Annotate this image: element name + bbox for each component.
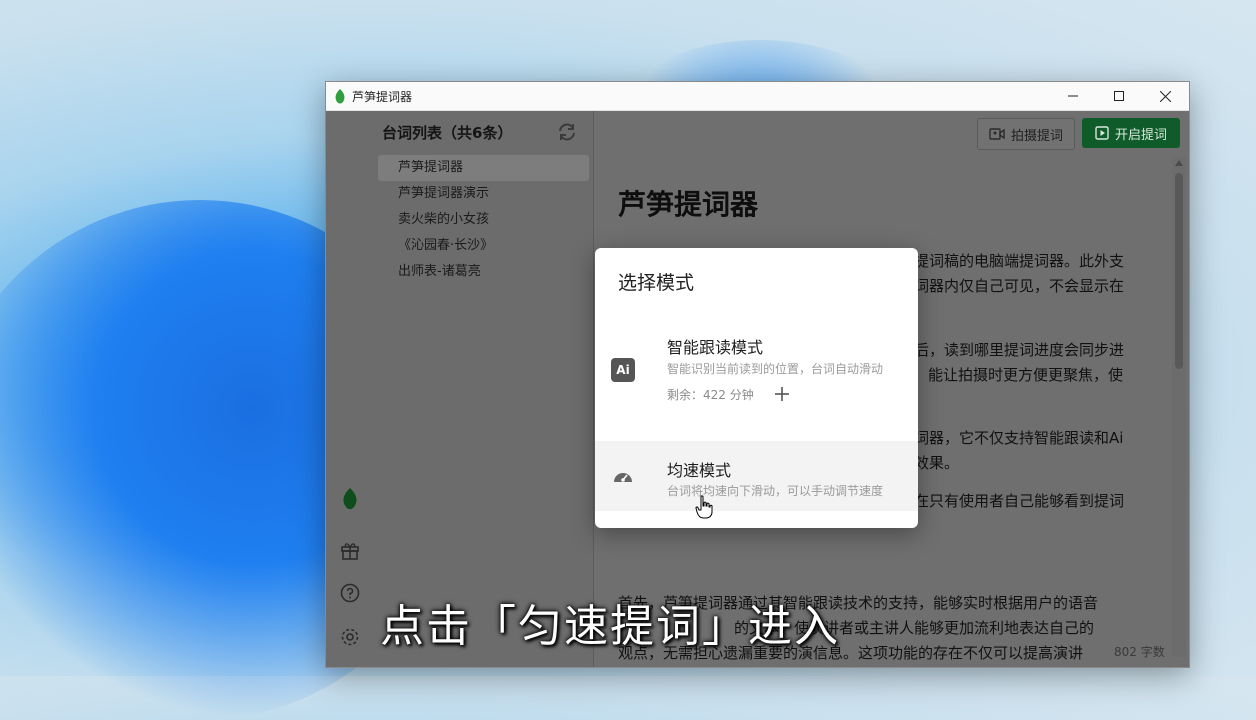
settings-icon[interactable] (338, 625, 362, 649)
minimize-button[interactable] (1050, 82, 1096, 110)
mode-description: 智能识别当前读到的位置，台词自动滑动 (667, 362, 884, 376)
text-line: 词器，它不仅支持智能跟读和Ai (914, 429, 1124, 447)
ai-follow-mode-option[interactable]: Ai 智能跟读模式 智能识别当前读到的位置，台词自动滑动 剩余：422 分钟 (595, 318, 918, 438)
leaf-app-icon (335, 89, 345, 104)
photo-prompt-button[interactable]: 拍摄提词 (977, 118, 1075, 150)
minimize-icon (1068, 95, 1078, 97)
speedometer-icon (611, 465, 635, 489)
plus-icon (775, 387, 789, 401)
text-line: 能让拍摄时更方便更聚焦，使 (928, 366, 1124, 384)
mode-name: 均速模式 (667, 461, 732, 480)
remaining-time: 剩余：422 分钟 (667, 388, 754, 402)
text-line: 后，读到哪里提词进度会同步进 (914, 341, 1125, 359)
script-list-title: 台词列表（共6条） (382, 124, 513, 142)
word-count: 802 字数 (1114, 645, 1165, 659)
text-line: 提词稿的电脑端提词器。此外支 (914, 252, 1125, 270)
text-line: 在只有使用者自己能够看到提词 (914, 492, 1125, 510)
play-icon (1095, 126, 1109, 140)
title-bar: 芦笋提词器 (326, 82, 1189, 111)
list-item[interactable]: 出师表-诸葛亮 (378, 259, 589, 285)
list-item[interactable]: 《沁园春·长沙》 (378, 233, 589, 259)
gift-icon[interactable] (338, 538, 362, 562)
text-line: 词器内仅自己可见，不会显示在 (914, 277, 1125, 295)
camera-icon (989, 128, 1005, 140)
video-caption: 点击「匀速提词」进入 (380, 601, 840, 652)
mode-name: 智能跟读模式 (667, 338, 764, 357)
sidebar: 台词列表（共6条） 芦笋提词器 芦笋提词器演示 卖火柴的小女孩 《沁园春·长沙》… (326, 111, 594, 667)
dialog-title: 选择模式 (618, 272, 695, 294)
maximize-icon (1114, 91, 1124, 101)
hand-cursor-icon (695, 495, 713, 519)
close-button[interactable] (1142, 82, 1188, 110)
ai-icon: Ai (611, 358, 635, 382)
uniform-speed-mode-option[interactable]: 均速模式 台词将均速向下滑动，可以手动调节速度 (595, 441, 918, 511)
document-title: 芦笋提词器 (618, 188, 759, 221)
refresh-icon[interactable] (556, 121, 578, 143)
list-item[interactable]: 芦笋提词器演示 (378, 181, 589, 207)
add-time-button[interactable] (775, 384, 789, 404)
help-icon[interactable] (338, 581, 362, 605)
maximize-button[interactable] (1096, 82, 1142, 110)
text-line: 效果。 (914, 454, 960, 472)
scroll-thumb[interactable] (1175, 173, 1183, 369)
vertical-scrollbar[interactable] (1172, 157, 1186, 657)
photo-prompt-label: 拍摄提词 (1010, 128, 1063, 144)
script-list: 芦笋提词器 芦笋提词器演示 卖火柴的小女孩 《沁园春·长沙》 出师表-诸葛亮 (378, 155, 589, 285)
list-item[interactable]: 卖火柴的小女孩 (378, 207, 589, 233)
start-prompt-button[interactable]: 开启提词 (1082, 118, 1180, 148)
list-item[interactable]: 芦笋提词器 (378, 155, 589, 181)
close-icon (1159, 90, 1171, 102)
window-title: 芦笋提词器 (352, 90, 413, 104)
scroll-up-arrow[interactable] (1175, 160, 1183, 166)
mode-select-dialog: 选择模式 Ai 智能跟读模式 智能识别当前读到的位置，台词自动滑动 剩余：422… (595, 248, 918, 528)
start-prompt-label: 开启提词 (1114, 127, 1167, 143)
leaf-icon[interactable] (338, 487, 362, 511)
